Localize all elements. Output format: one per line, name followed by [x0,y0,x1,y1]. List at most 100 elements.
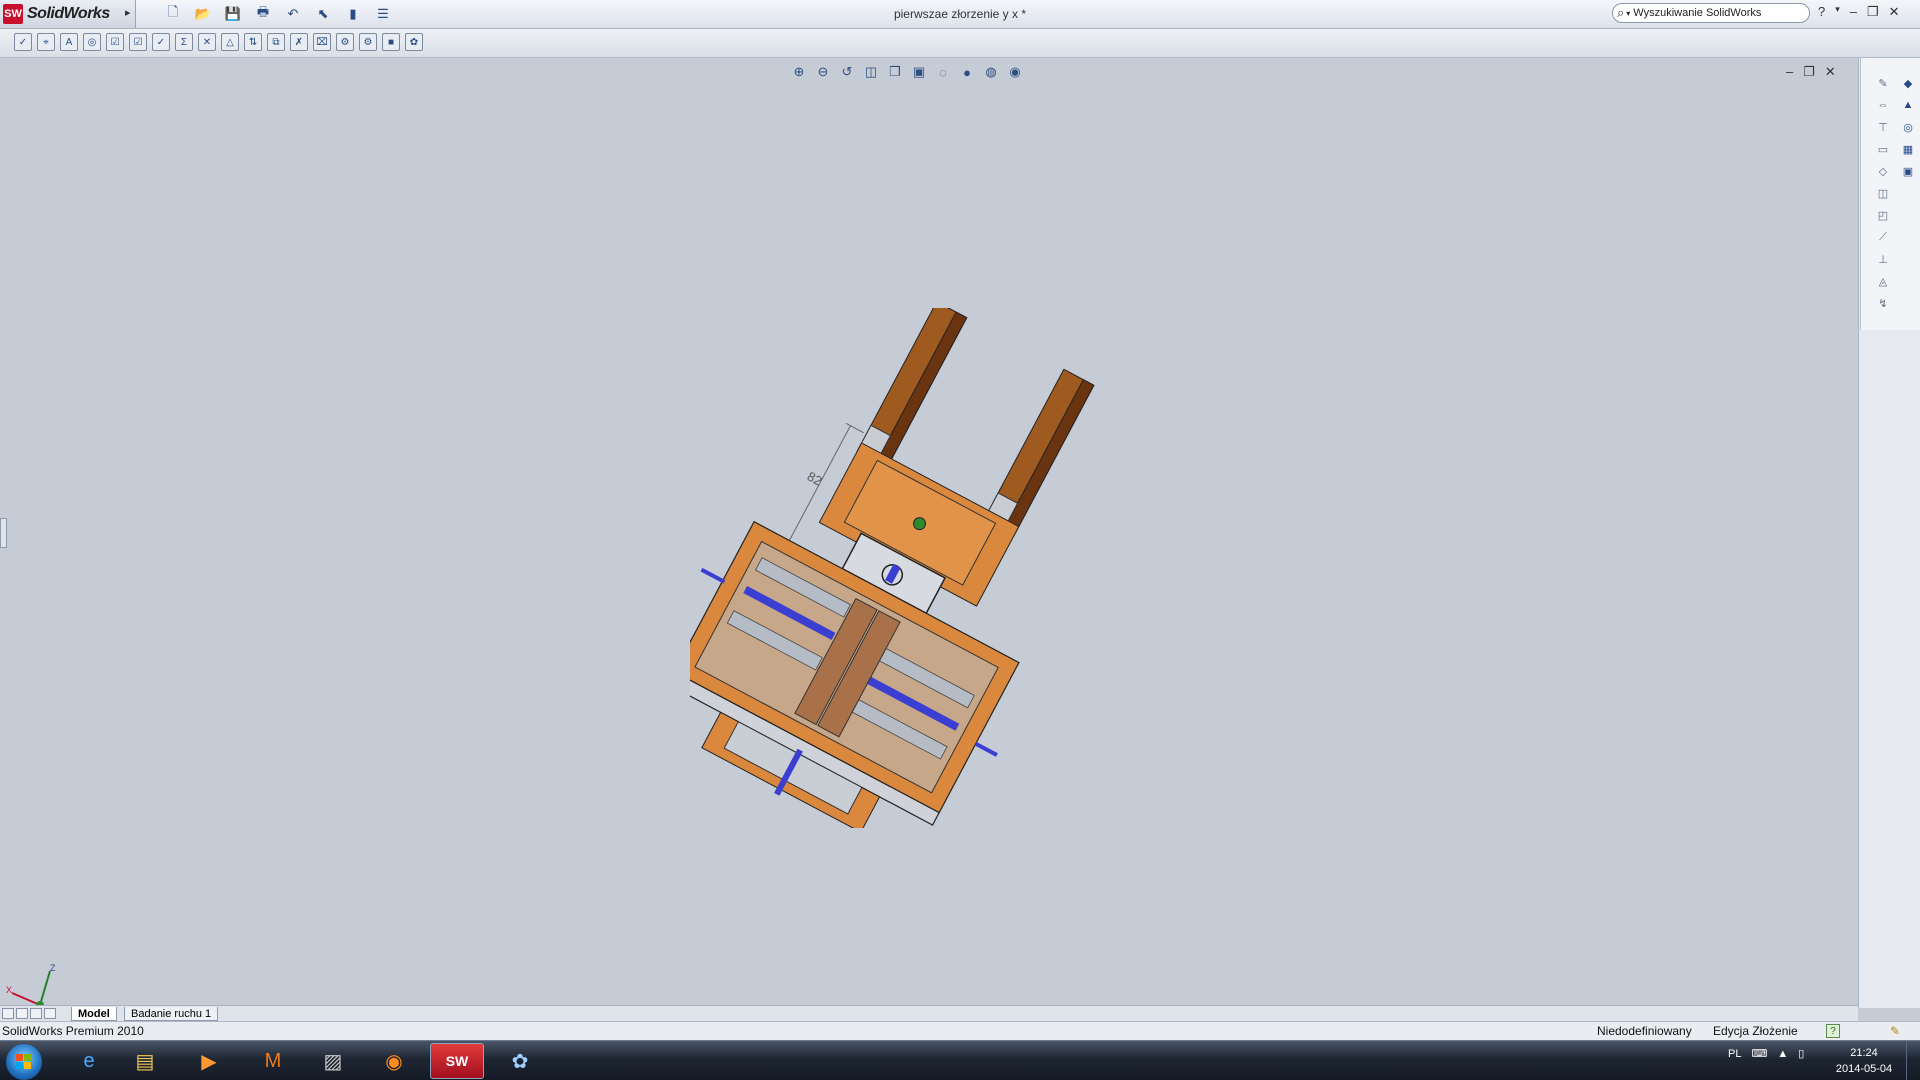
configure-icon[interactable]: ⚙ [359,33,377,51]
tray-arrow-icon[interactable]: ▲ [1777,1048,1788,1060]
doc-minimize-button[interactable]: – [1786,64,1793,80]
clock-date: 2014-05-04 [1835,1063,1893,1075]
zoom-fit-icon[interactable]: ⊕ [790,63,808,81]
windows-taskbar: e ▤ ▶ M ▨ ◉ SW ✿ PL ⌨ ▲ ▯ 21:24 2014-05-04 [0,1040,1920,1080]
firefox-icon[interactable]: ◉ [367,1043,421,1079]
rectangle-icon[interactable]: ▭ [1874,140,1892,158]
solidworks-icon[interactable]: SW [430,1043,484,1079]
section-view-icon[interactable]: ◫ [862,63,880,81]
balloon-icon[interactable]: ◎ [83,33,101,51]
spellcheck-icon[interactable]: ✓ [14,33,32,51]
measure-icon[interactable]: ⌖ [37,33,55,51]
language-indicator[interactable]: PL [1728,1048,1741,1060]
mirror-icon[interactable]: ◬ [1874,272,1892,290]
keyboard-icon[interactable]: ⌨ [1751,1047,1767,1060]
minimize-button[interactable]: – [1850,4,1857,20]
check-icon[interactable]: ☑ [106,33,124,51]
trim-icon[interactable]: ⟋ [1874,228,1892,246]
line-icon[interactable]: ⊤ [1874,118,1892,136]
status-rebuild-icon[interactable]: ✎ [1890,1024,1900,1038]
status-edit-mode: Edycja Złożenie [1713,1024,1798,1038]
tab-last-icon[interactable] [44,1008,56,1019]
app-icon[interactable]: ▨ [306,1043,360,1079]
mass-icon[interactable]: ✕ [198,33,216,51]
search-input[interactable]: Wyszukiwanie SolidWorks [1633,7,1761,19]
circle-icon[interactable]: ◇ [1874,162,1892,180]
feature-manager-collapse-handle[interactable] [0,518,7,548]
internet-explorer-icon[interactable]: e [62,1043,116,1079]
network-icon[interactable]: ▯ [1798,1047,1804,1060]
status-definition: Niedodefiniowany [1597,1024,1692,1038]
assembly-model[interactable]: 82 [690,308,1120,828]
media-player-icon[interactable]: ▶ [182,1043,236,1079]
show-desktop-button[interactable] [1906,1041,1920,1080]
search-dropdown-icon[interactable]: ▾ [1626,9,1630,18]
offset-icon[interactable]: ⊥ [1874,250,1892,268]
triad-z-label: Z [50,963,56,973]
text-icon[interactable]: A [60,33,78,51]
status-bar: SolidWorks Premium 2010 Niedodefiniowany… [0,1021,1920,1040]
fillet-icon[interactable]: ◎ [1899,118,1917,136]
section-icon[interactable]: △ [221,33,239,51]
interference-icon[interactable]: ✗ [290,33,308,51]
relations-icon[interactable]: ↯ [1874,294,1892,312]
previous-view-icon[interactable]: ↺ [838,63,856,81]
display-style-icon[interactable]: ▣ [910,63,928,81]
scene-icon[interactable]: ◍ [982,63,1000,81]
shell-icon[interactable]: ▣ [1899,162,1917,180]
paint-icon[interactable]: ✿ [493,1043,547,1079]
windows-flag-icon [16,1054,31,1069]
doc-restore-button[interactable]: ❐ [1803,64,1815,80]
model-tabs-bar: Model Badanie ruchu 1 [0,1005,1858,1022]
appearance-icon[interactable]: ● [958,63,976,81]
tab-prev-icon[interactable] [16,1008,28,1019]
explorer-icon[interactable]: ▤ [118,1043,172,1079]
revolve-icon[interactable]: ▲ [1899,96,1917,114]
tab-first-icon[interactable] [2,1008,14,1019]
window-controls: ? ▾ – ❐ ✕ [1818,4,1900,20]
graphics-area[interactable]: 82 ⊕ ⊖ ↺ ◫ ❒ ▣ ◌ ● ◍ ◉ – ❐ ✕ Z X [0,58,1858,1009]
tab-model[interactable]: Model [71,1007,117,1021]
clock[interactable]: 21:24 2014-05-04 [1834,1045,1894,1077]
realview-icon[interactable]: ◉ [1006,63,1024,81]
close-button[interactable]: ✕ [1889,4,1900,20]
symmetry-icon[interactable]: ⇅ [244,33,262,51]
extrude-icon[interactable]: ◆ [1899,74,1917,92]
pattern-icon[interactable]: ▦ [1899,140,1917,158]
help-dropdown-icon[interactable]: ▾ [1835,4,1840,20]
task-pane-tools: ✎ ⇔ ⊤ ▭ ◇ ◫ ◰ ⟋ ⊥ ◬ ↯ ◆ ▲ ◎ ▦ ▣ [1860,58,1920,330]
stop-icon[interactable]: ■ [382,33,400,51]
title-bar: SW SolidWorks ▸ 🗋 📂 💾 🖶 ↶ ⬉ ▮ ☰ pierwszae złorz… [0,0,1920,29]
search-icon[interactable]: ⌕ [1617,5,1624,21]
search-box[interactable]: ⌕ ▾ Wyszukiwanie SolidWorks [1612,3,1810,23]
compare-icon[interactable]: ⧉ [267,33,285,51]
restore-button[interactable]: ❐ [1867,4,1879,20]
palette-icon[interactable]: ✿ [405,33,423,51]
arc-icon[interactable]: ◫ [1874,184,1892,202]
zoom-area-icon[interactable]: ⊖ [814,63,832,81]
smart-dimension-icon[interactable]: ⇔ [1874,96,1892,114]
clock-time: 21:24 [1850,1047,1878,1059]
check2-icon[interactable]: ☑ [129,33,147,51]
status-help-icon[interactable]: ? [1826,1024,1840,1038]
sum-icon[interactable]: Σ [175,33,193,51]
tab-motion-study[interactable]: Badanie ruchu 1 [124,1007,219,1021]
right-post [983,368,1095,537]
hole-icon[interactable]: ⌧ [313,33,331,51]
spline-icon[interactable]: ◰ [1874,206,1892,224]
mate-icon[interactable]: ⚙ [336,33,354,51]
sketch-icon[interactable]: ✎ [1874,74,1892,92]
check3-icon[interactable]: ✓ [152,33,170,51]
triad-x-label: X [6,985,12,995]
command-toolbar: ✓ ⌖ A ◎ ☑ ☑ ✓ Σ ✕ △ ⇅ ⧉ ✗ ⌧ ⚙ ⚙ ■ ✿ [0,29,1920,58]
document-window-controls: – ❐ ✕ [1786,64,1836,80]
tab-navigation [2,1008,56,1019]
svg-text:82: 82 [805,469,825,489]
tab-next-icon[interactable] [30,1008,42,1019]
help-icon[interactable]: ? [1818,4,1825,20]
view-orientation-icon[interactable]: ❒ [886,63,904,81]
doc-close-button[interactable]: ✕ [1825,64,1836,80]
hide-show-icon[interactable]: ◌ [934,63,952,81]
left-post [856,308,968,469]
matlab-icon[interactable]: M [246,1043,300,1079]
